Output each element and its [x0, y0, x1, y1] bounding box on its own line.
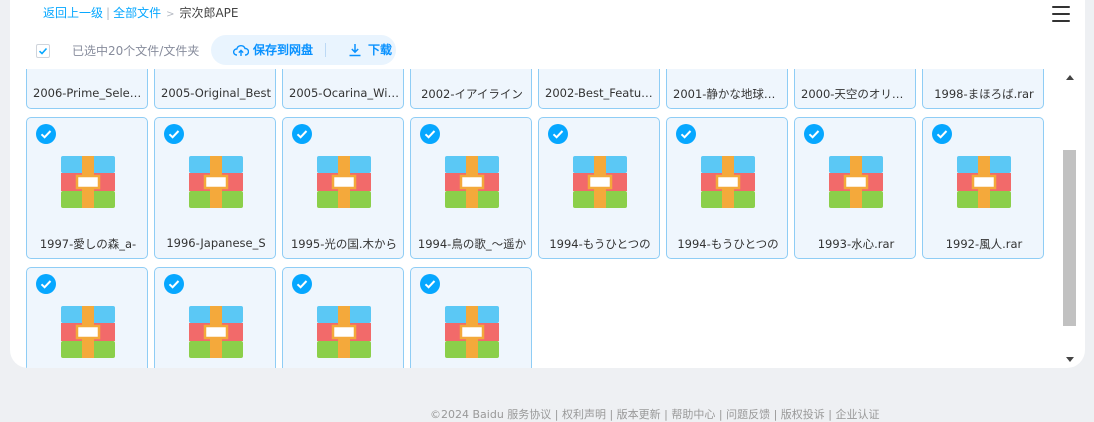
current-folder: 宗次郎APE — [179, 6, 239, 20]
file-name: 2002-イアイライン — [421, 87, 523, 101]
check-icon — [38, 47, 48, 55]
file-name: 1996-Japanese_S — [166, 236, 266, 250]
archive-icon — [829, 156, 883, 208]
selected-check-icon[interactable] — [932, 124, 952, 144]
file-name: 2000-天空のオリオン — [801, 87, 911, 101]
file-tile[interactable]: 2002-Best_Featuring — [538, 69, 660, 109]
file-name: 2006-Prime_Selection — [33, 86, 143, 100]
file-tile[interactable]: 1994-鳥の歌_～遥か — [410, 117, 532, 259]
file-tile[interactable]: 2006-Prime_Selection — [26, 69, 148, 109]
selected-check-icon[interactable] — [164, 274, 184, 294]
file-name: 2005-Original_Best — [161, 86, 271, 100]
file-name: 2002-Best_Featuring — [545, 86, 655, 100]
archive-icon — [61, 156, 115, 208]
file-tile[interactable]: 1998-まほろば.rar — [922, 69, 1044, 109]
save-label: 保存到网盘 — [253, 43, 314, 57]
file-tile[interactable] — [410, 267, 532, 368]
file-tile[interactable] — [26, 267, 148, 368]
selection-count-text: 已选中20个文件/文件夹 — [72, 44, 200, 58]
selected-check-icon[interactable] — [676, 124, 696, 144]
file-name: 1995-光の国.木から — [290, 237, 398, 251]
file-tile[interactable]: 2005-Ocarina_Wind — [282, 69, 404, 109]
file-tile[interactable]: 2002-イアイライン — [410, 69, 532, 109]
file-name: 2001-静かな地球の上で — [673, 87, 783, 101]
scrollbar-thumb[interactable] — [1063, 150, 1076, 326]
file-tile[interactable]: 1994-もうひとつの — [538, 117, 660, 259]
selected-check-icon[interactable] — [548, 124, 568, 144]
archive-icon — [701, 156, 755, 208]
archive-icon — [445, 306, 499, 358]
file-name: 1994-もうひとつの — [549, 237, 651, 251]
breadcrumb: 返回上一级 | 全部文件 > 宗次郎APE — [43, 5, 239, 21]
file-tile[interactable]: 1993-水心.rar — [794, 117, 916, 259]
archive-icon — [317, 156, 371, 208]
breadcrumb-arrow: > — [166, 9, 175, 20]
file-name: 1997-愛しの森_a- — [39, 237, 137, 251]
selected-check-icon[interactable] — [36, 124, 56, 144]
vertical-scrollbar[interactable] — [1063, 70, 1076, 367]
cloud-upload-icon — [233, 45, 249, 56]
archive-icon — [189, 156, 243, 208]
file-tile[interactable]: 1996-Japanese_S — [154, 117, 276, 259]
file-tile[interactable] — [154, 267, 276, 368]
file-name: 1993-水心.rar — [817, 237, 895, 251]
archive-icon — [573, 156, 627, 208]
archive-icon — [445, 156, 499, 208]
all-files-link[interactable]: 全部文件 — [113, 6, 161, 20]
file-tile[interactable]: 1997-愛しの森_a- — [26, 117, 148, 259]
toolbar: 已选中20个文件/文件夹 保存到网盘 下载 — [10, 35, 1085, 65]
scroll-up-arrow-icon[interactable] — [1066, 75, 1074, 80]
selected-check-icon[interactable] — [292, 124, 312, 144]
file-tile[interactable]: 1994-もうひとつの — [666, 117, 788, 259]
archive-icon — [957, 156, 1011, 208]
file-tile[interactable]: 2000-天空のオリオン — [794, 69, 916, 109]
selected-check-icon[interactable] — [420, 274, 440, 294]
button-divider — [325, 43, 326, 57]
file-tile[interactable]: 1995-光の国.木から — [282, 117, 404, 259]
selected-check-icon[interactable] — [804, 124, 824, 144]
archive-icon — [317, 306, 371, 358]
save-to-netdisk-button[interactable]: 保存到网盘 — [233, 35, 323, 65]
breadcrumb-separator: | — [106, 6, 111, 20]
file-name: 1994-鳥の歌_～遥か — [417, 237, 527, 251]
selected-check-icon[interactable] — [164, 124, 184, 144]
archive-icon — [189, 306, 243, 358]
back-link[interactable]: 返回上一级 — [43, 6, 103, 20]
menu-icon[interactable] — [1052, 6, 1070, 22]
selected-check-icon[interactable] — [420, 124, 440, 144]
select-all-checkbox[interactable] — [36, 44, 50, 58]
download-icon — [349, 44, 361, 57]
file-grid: 2006-Prime_Selection 2005-Original_Best 20… — [10, 69, 1060, 368]
file-name: 1998-まほろば.rar — [934, 87, 1034, 101]
scroll-down-arrow-icon[interactable] — [1066, 357, 1074, 362]
file-panel: 返回上一级|全部文件 > 宗次郎APE 已选中20个文件/文件夹 保存到网盘 — [10, 0, 1085, 368]
file-tile[interactable]: 2005-Original_Best — [154, 69, 276, 109]
download-button[interactable]: 下载 — [348, 35, 394, 65]
file-tile[interactable] — [282, 267, 404, 368]
archive-icon — [61, 306, 115, 358]
action-button-group: 保存到网盘 下载 — [211, 35, 396, 65]
file-name: 1992-風人.rar — [945, 237, 1023, 251]
footer-links: ©2024 Baidu 服务协议 | 权利声明 | 版本更新 | 帮助中心 | … — [430, 408, 880, 421]
file-tile[interactable]: 2001-静かな地球の上で — [666, 69, 788, 109]
file-tile[interactable]: 1992-風人.rar — [922, 117, 1044, 259]
selected-check-icon[interactable] — [36, 274, 56, 294]
file-name: 1994-もうひとつの — [677, 237, 779, 251]
file-name: 2005-Ocarina_Wind — [289, 86, 399, 100]
selected-check-icon[interactable] — [292, 274, 312, 294]
download-label: 下载 — [368, 43, 393, 57]
